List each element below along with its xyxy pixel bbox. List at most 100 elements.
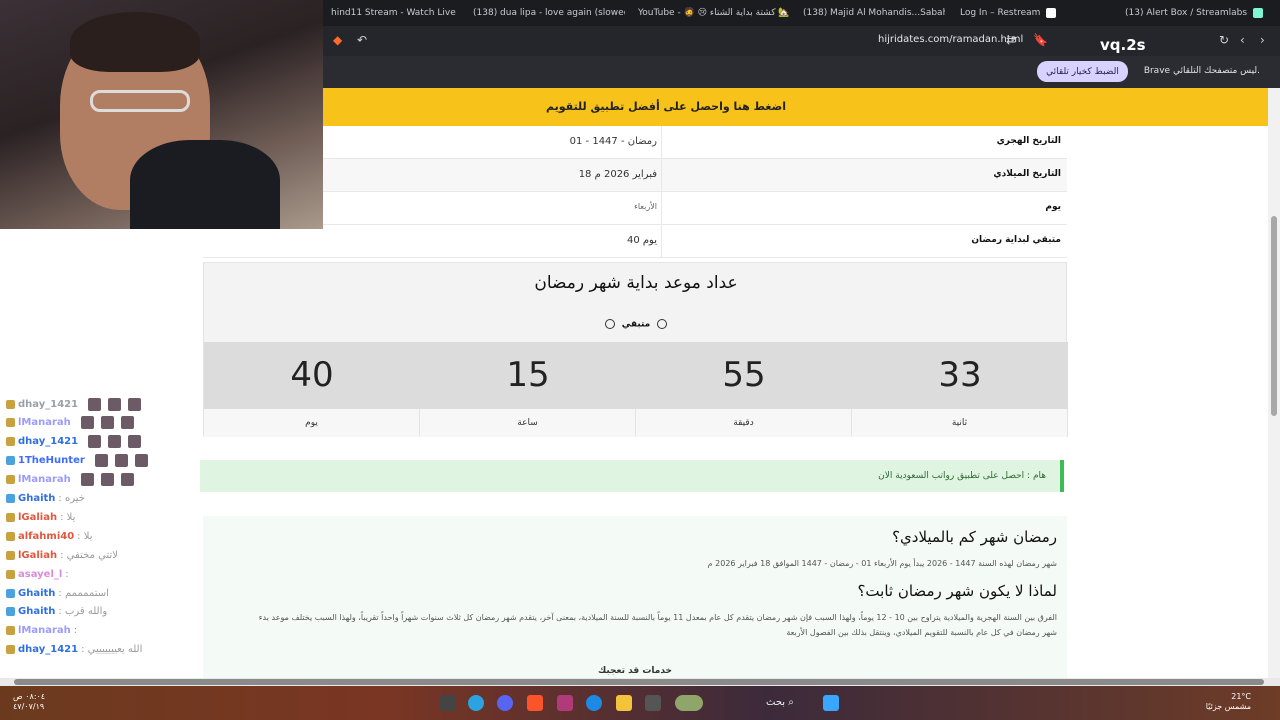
- webcam-overlay: [0, 0, 323, 229]
- chat-badge-icon: [6, 569, 15, 579]
- chat-emote-icon: [88, 397, 102, 411]
- chat-text: : والله قرب: [58, 606, 108, 618]
- streamer-shirt: [130, 140, 280, 229]
- chat-badge-icon: [6, 512, 15, 522]
- vertical-scrollbar[interactable]: [1268, 88, 1280, 678]
- days-label: يوم: [204, 409, 420, 437]
- chat-emote-icon: [120, 416, 134, 430]
- minutes-value: 55: [722, 355, 766, 395]
- row-key: يوم: [1045, 202, 1061, 212]
- share-icon[interactable]: ⇄: [1006, 33, 1016, 47]
- app-icon[interactable]: [557, 695, 573, 711]
- streamlabs-icon: [1253, 8, 1264, 18]
- url-text[interactable]: hijridates.com/ramadan.html: [878, 34, 1023, 45]
- chat-username: lManarah: [18, 417, 71, 429]
- chat-username: alfahmi40: [18, 530, 75, 542]
- discord-icon[interactable]: [497, 695, 513, 711]
- chat-emote-icon: [80, 473, 94, 487]
- chat-badge-icon: [6, 645, 15, 655]
- chat-emote-icon: [80, 416, 94, 430]
- search-label: بحث: [766, 697, 786, 708]
- app-notice[interactable]: هام : احصل على تطبيق رواتب السعودية الان: [200, 460, 1064, 492]
- chat-badge-icon: [6, 531, 15, 541]
- chat-username: Ghaith: [18, 587, 56, 599]
- window-icon[interactable]: [645, 695, 661, 711]
- tab-restream[interactable]: Log In – Restream: [952, 0, 1112, 26]
- chat-message: Ghaith: خيره: [6, 491, 85, 507]
- chat-message: alfahmi40: يلا: [6, 528, 92, 544]
- chat-badge-icon: [6, 607, 15, 617]
- bookmark-icon[interactable]: 🔖: [1033, 33, 1048, 47]
- chevron-right-icon[interactable]: ›: [1260, 33, 1265, 47]
- seconds-value: 33: [938, 355, 982, 395]
- countdown-numbers: 40 15 55 33: [204, 342, 1068, 409]
- tab-label: hind11 Stream - Watch Live on K: [331, 8, 458, 18]
- row-value: 18 فبراير 2026 م: [578, 169, 657, 180]
- chat-text: :: [65, 568, 69, 580]
- tab-dua-lipa[interactable]: (138) dua lipa - love again (slowed -: [465, 0, 625, 26]
- clock-date: ٤٧/٠٧/١٩: [13, 702, 45, 711]
- brave-shield-icon[interactable]: ◆: [333, 33, 342, 47]
- article-paragraph-1: شهر رمضان لهذه السنة 1447 - 2026 يبدأ يو…: [707, 559, 1057, 568]
- chat-emote-icon: [128, 435, 142, 449]
- tab-streamlabs[interactable]: (13) Alert Box / Streamlabs: [1117, 0, 1277, 26]
- chat-message: dhay_1421: [6, 434, 142, 450]
- chat-username: lManarah: [18, 625, 71, 637]
- countdown-labels: يوم ساعة دقيقة ثانية: [204, 409, 1068, 437]
- h-scroll-thumb[interactable]: [14, 679, 1264, 685]
- chat-text: : يلا: [77, 530, 93, 542]
- telegram-icon[interactable]: [468, 695, 484, 711]
- stream-watermark: vq.2s: [1100, 36, 1146, 54]
- clock-icon: [657, 319, 668, 329]
- chat-message: dhay_1421: الله يعيييييييي: [6, 642, 142, 658]
- article: رمضان شهر كم بالميلادي؟ شهر رمضان لهذه ا…: [203, 516, 1067, 678]
- chat-text: : خيره: [58, 493, 85, 504]
- horizontal-scrollbar[interactable]: [0, 678, 1280, 686]
- taskbar-search[interactable]: بحث ⌕: [766, 697, 794, 708]
- windows-start-icon[interactable]: [823, 695, 839, 711]
- streamer-hair: [70, 12, 200, 72]
- row-value: الأربعاء: [634, 202, 657, 211]
- obs-icon[interactable]: [440, 695, 456, 711]
- tab-majid[interactable]: (138) Majid Al Mohandis...Sabah: [795, 0, 945, 26]
- tab-kick-stream[interactable]: hind11 Stream - Watch Live on K: [323, 0, 458, 26]
- chat-message: lManarah: [6, 415, 134, 431]
- tab-youtube-kashta[interactable]: YouTube - 🧔 😢 كشتة بداية الشتاء 🏡: [630, 0, 790, 26]
- hours-label: ساعة: [420, 409, 636, 437]
- brave-icon[interactable]: [527, 695, 543, 711]
- reload-icon[interactable]: ↻: [1219, 33, 1229, 47]
- folder-icon[interactable]: [616, 695, 632, 711]
- chat-text: : يلا: [60, 511, 76, 523]
- chat-emote-icon: [108, 397, 122, 411]
- chat-username: lGaliah: [18, 549, 58, 561]
- chevron-left-icon[interactable]: ‹: [1240, 33, 1245, 47]
- widget-icon[interactable]: [675, 695, 703, 711]
- chat-username: dhay_1421: [18, 436, 79, 448]
- countdown-widget: عداد موعد بداية شهر رمضان متبقي 40 15 55…: [203, 262, 1068, 437]
- info-row-day: يوم الأربعاء: [203, 192, 1067, 225]
- tab-label: (13) Alert Box / Streamlabs: [1125, 8, 1248, 18]
- chat-username: 1TheHunter: [18, 455, 85, 467]
- chat-message: asayel_l:: [6, 566, 69, 582]
- edge-icon[interactable]: [586, 695, 602, 711]
- back-arrow-icon[interactable]: ↶: [357, 33, 367, 47]
- chat-message: lGaliah: لاتتي مختفي: [6, 547, 118, 563]
- tab-label: YouTube - 🧔 😢 كشتة بداية الشتاء 🏡: [638, 8, 790, 18]
- set-default-button[interactable]: الضبط كخيار تلقائي: [1037, 61, 1128, 82]
- row-value: 01 - رمضان - 1447: [569, 136, 657, 147]
- chat-badge-icon: [6, 475, 15, 485]
- chat-badge-icon: [6, 588, 15, 598]
- chat-username: dhay_1421: [18, 398, 79, 410]
- seconds-label: ثانية: [852, 409, 1068, 437]
- chat-emote-icon: [128, 397, 142, 411]
- chat-overlay: dhay_1421 lManarah dhay_1421 1TheHunter lMan…: [4, 396, 219, 658]
- chat-badge-icon: [6, 437, 15, 447]
- chat-text: : استممممم: [58, 587, 109, 599]
- banner-text: اضغط هنا واحصل على أفضل تطبيق للتقويم: [546, 100, 786, 113]
- scroll-thumb[interactable]: [1271, 216, 1277, 416]
- taskbar-weather[interactable]: 21°C مشمس جزئيًا: [1196, 692, 1251, 712]
- streamer-glasses: [90, 90, 190, 112]
- chat-message: 1TheHunter: [6, 453, 148, 469]
- row-value: 40 يوم: [626, 235, 657, 246]
- chat-message: lManarah:: [6, 623, 77, 639]
